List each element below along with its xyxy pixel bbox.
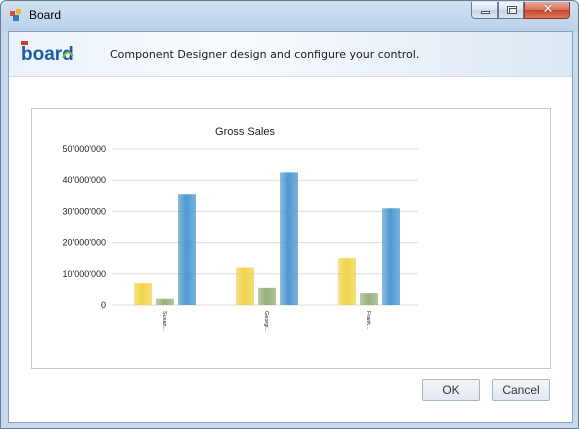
bar [178,194,196,305]
bar [156,298,174,305]
ok-button[interactable]: OK [422,379,480,401]
y-tick-label: 30'000'000 [63,206,106,216]
minimize-icon [481,11,490,14]
maximize-button[interactable] [498,2,524,19]
bar [280,172,298,305]
bar [134,283,152,305]
close-button[interactable]: ✕ [524,2,570,19]
bar [338,258,356,305]
header-description: Component Designer design and configure … [110,48,420,61]
title-bar[interactable]: Board ✕ [1,1,578,31]
app-icon [10,9,21,21]
dialog-client: board Component Designer design and conf… [8,31,573,423]
bar [360,293,378,305]
bar [258,287,276,305]
window-title: Board [29,8,62,22]
y-tick-label: 50'000'000 [63,144,106,154]
y-tick-label: 40'000'000 [63,175,106,185]
minimize-button[interactable] [471,2,498,19]
chart-panel: Gross Sales 0 10'000'000 20'000'000 30'000'0… [31,108,551,369]
bar [382,208,400,305]
x-tick-label: Frank... [365,311,371,330]
bar [236,267,254,305]
gross-sales-chart: Gross Sales 0 10'000'000 20'000'000 30'000'0… [63,126,418,333]
dialog-header: board Component Designer design and conf… [9,32,572,77]
restore-icon [507,6,517,14]
close-icon: ✕ [542,2,554,17]
y-tick-label: 10'000'000 [63,269,106,279]
cancel-button[interactable]: Cancel [492,379,550,401]
board-logo: board [21,41,74,65]
y-tick-label: 20'000'000 [63,238,106,248]
board-window: Board ✕ board Component Designer design … [0,0,579,429]
chart-title: Gross Sales [215,126,275,138]
y-tick-label: 0 [101,300,106,310]
x-tick-label: Susan... [161,311,167,332]
x-tick-label: Georgi... [263,311,269,333]
